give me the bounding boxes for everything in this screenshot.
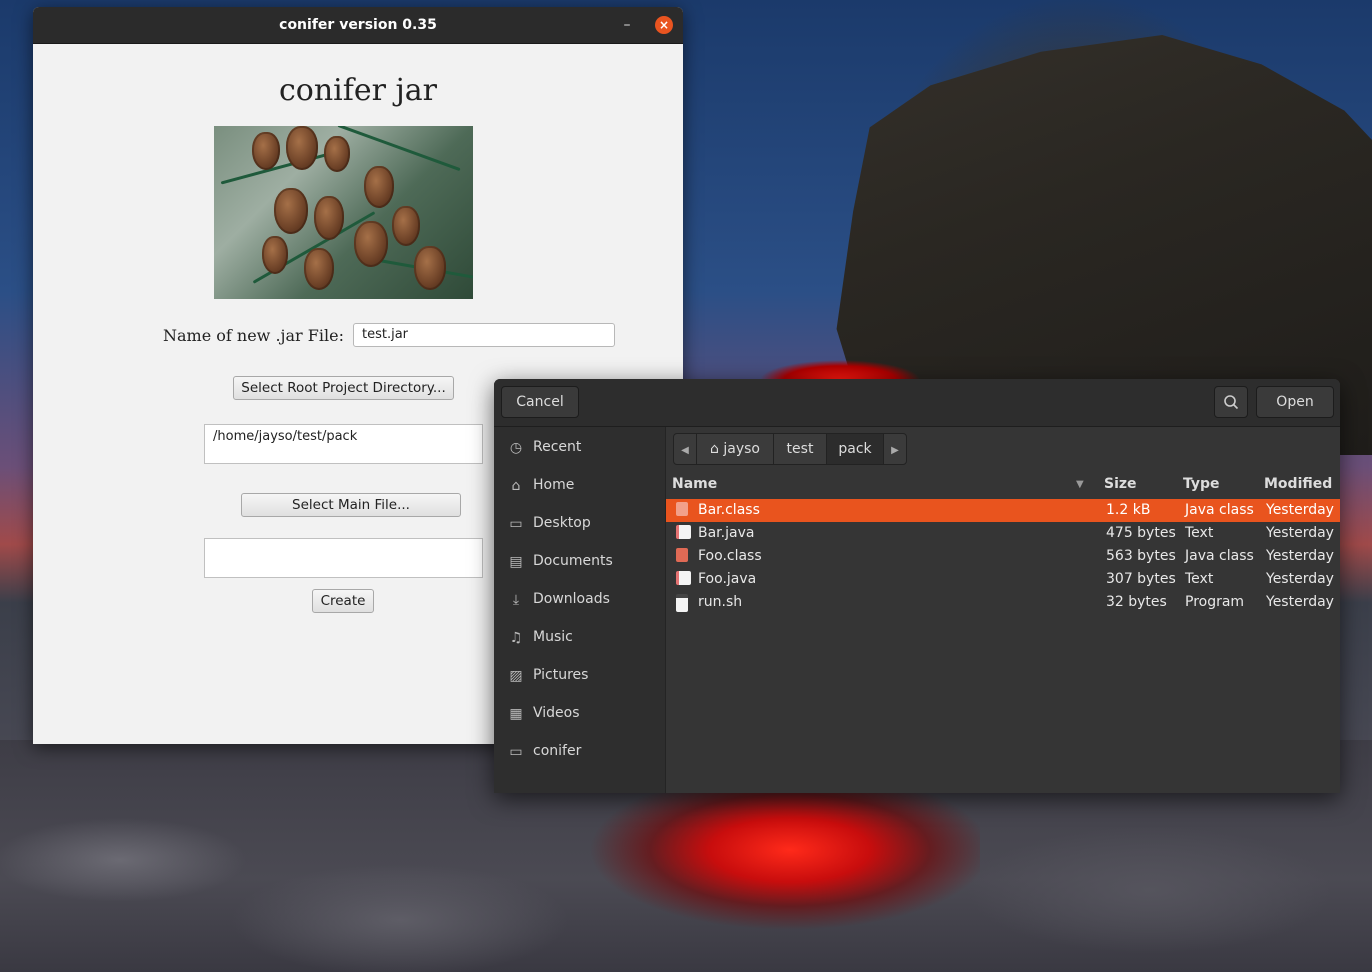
file-row[interactable]: Bar.java 475 bytes Text Yesterday [666,522,1340,545]
file-row[interactable]: Foo.java 307 bytes Text Yesterday [666,568,1340,591]
java-source-icon [676,571,691,585]
file-modified: Yesterday [1266,548,1334,564]
wallpaper-red-light [560,790,980,950]
chevron-left-icon: ◀ [681,445,689,456]
create-button[interactable]: Create [312,589,374,613]
file-size: 307 bytes [1106,571,1176,587]
column-modified[interactable]: Modified [1264,476,1332,492]
jar-name-input[interactable]: test.jar [353,323,615,347]
sidebar-item-conifer[interactable]: ▭ conifer [494,733,665,771]
conifer-photo [214,126,473,299]
path-forward-button[interactable]: ▶ [883,433,907,465]
dialog-headerbar: Cancel Open [494,379,1340,427]
sidebar-item-music[interactable]: ♫ Music [494,619,665,657]
file-list-header: Name ▼ Size Type Modified [666,473,1340,497]
path-segment-pack[interactable]: pack [826,433,884,465]
file-size: 1.2 kB [1106,502,1151,518]
file-name: Foo.class [698,548,762,564]
pictures-icon: ▨ [509,668,523,684]
file-type: Program [1185,594,1245,610]
file-chooser-dialog: Cancel Open ◷ Recent ⌂ Home ▭ Desktop ▤ … [494,379,1340,793]
path-segment-label: pack [838,441,872,457]
file-type: Text [1185,525,1214,541]
script-icon [676,594,688,612]
desktop-icon: ▭ [509,516,523,532]
java-source-icon [676,525,691,539]
column-type[interactable]: Type [1183,476,1220,492]
path-segment-home[interactable]: ⌂ jayso [696,433,774,465]
column-name[interactable]: Name [672,476,717,492]
file-type: Text [1185,571,1214,587]
file-row[interactable]: run.sh 32 bytes Program Yesterday [666,591,1340,614]
jar-name-label: Name of new .jar File: [163,326,344,345]
file-size: 563 bytes [1106,548,1176,564]
sidebar-item-label: Recent [533,439,582,455]
file-size: 32 bytes [1106,594,1167,610]
select-root-directory-button[interactable]: Select Root Project Directory... [233,376,454,400]
documents-icon: ▤ [509,554,523,570]
sidebar-item-label: Home [533,477,575,493]
main-file-textarea[interactable] [204,538,483,578]
sidebar-item-desktop[interactable]: ▭ Desktop [494,505,665,543]
search-icon [1224,395,1239,410]
file-size: 475 bytes [1106,525,1176,541]
path-segment-label: test [786,441,814,457]
search-button[interactable] [1214,386,1248,418]
close-button[interactable]: × [655,16,673,34]
sidebar-item-pictures[interactable]: ▨ Pictures [494,657,665,695]
file-name: run.sh [698,594,743,610]
sidebar-item-label: Desktop [533,515,591,531]
sidebar-item-videos[interactable]: ▦ Videos [494,695,665,733]
sort-arrow-icon: ▼ [1076,479,1084,490]
file-modified: Yesterday [1266,594,1334,610]
path-back-button[interactable]: ◀ [673,433,697,465]
minimize-button[interactable]: – [617,15,637,35]
file-name: Foo.java [698,571,757,587]
java-class-icon [676,502,688,516]
sidebar-item-label: Music [533,629,573,645]
sidebar-item-label: Pictures [533,667,589,683]
sidebar-item-label: Downloads [533,591,610,607]
sidebar-item-label: conifer [533,743,582,759]
file-modified: Yesterday [1266,525,1334,541]
root-path-textarea[interactable]: /home/jayso/test/pack [204,424,483,464]
open-button[interactable]: Open [1256,386,1334,418]
path-segment-label: jayso [723,441,760,457]
window-title: conifer version 0.35 [279,17,437,33]
file-name: Bar.java [698,525,755,541]
app-heading: conifer jar [278,73,438,108]
sidebar-item-downloads[interactable]: ⤓ Downloads [494,581,665,619]
download-icon: ⤓ [512,592,520,608]
clock-icon: ◷ [509,440,523,456]
sidebar-item-label: Documents [533,553,613,569]
chevron-right-icon: ▶ [891,445,899,456]
file-modified: Yesterday [1266,502,1334,518]
sidebar-item-documents[interactable]: ▤ Documents [494,543,665,581]
select-main-file-button[interactable]: Select Main File... [241,493,461,517]
cancel-button[interactable]: Cancel [501,386,579,418]
file-row[interactable]: Bar.class 1.2 kB Java class Yesterday [666,499,1340,522]
sidebar-item-recent[interactable]: ◷ Recent [494,429,665,467]
folder-icon: ▭ [509,744,523,760]
path-segment-test[interactable]: test [773,433,827,465]
file-modified: Yesterday [1266,571,1334,587]
file-type: Java class [1185,548,1254,564]
sidebar-item-label: Videos [533,705,580,721]
home-icon: ⌂ [511,478,521,494]
places-sidebar: ◷ Recent ⌂ Home ▭ Desktop ▤ Documents ⤓ … [494,427,666,793]
file-name: Bar.class [698,502,760,518]
column-size[interactable]: Size [1104,476,1137,492]
home-icon: ⌂ [710,441,719,457]
window-titlebar[interactable]: conifer version 0.35 – × [33,7,683,44]
videos-icon: ▦ [509,706,523,722]
file-row[interactable]: Foo.class 563 bytes Java class Yesterday [666,545,1340,568]
file-type: Java class [1185,502,1254,518]
music-icon: ♫ [509,630,523,646]
sidebar-item-home[interactable]: ⌂ Home [494,467,665,505]
java-class-icon [676,548,688,562]
